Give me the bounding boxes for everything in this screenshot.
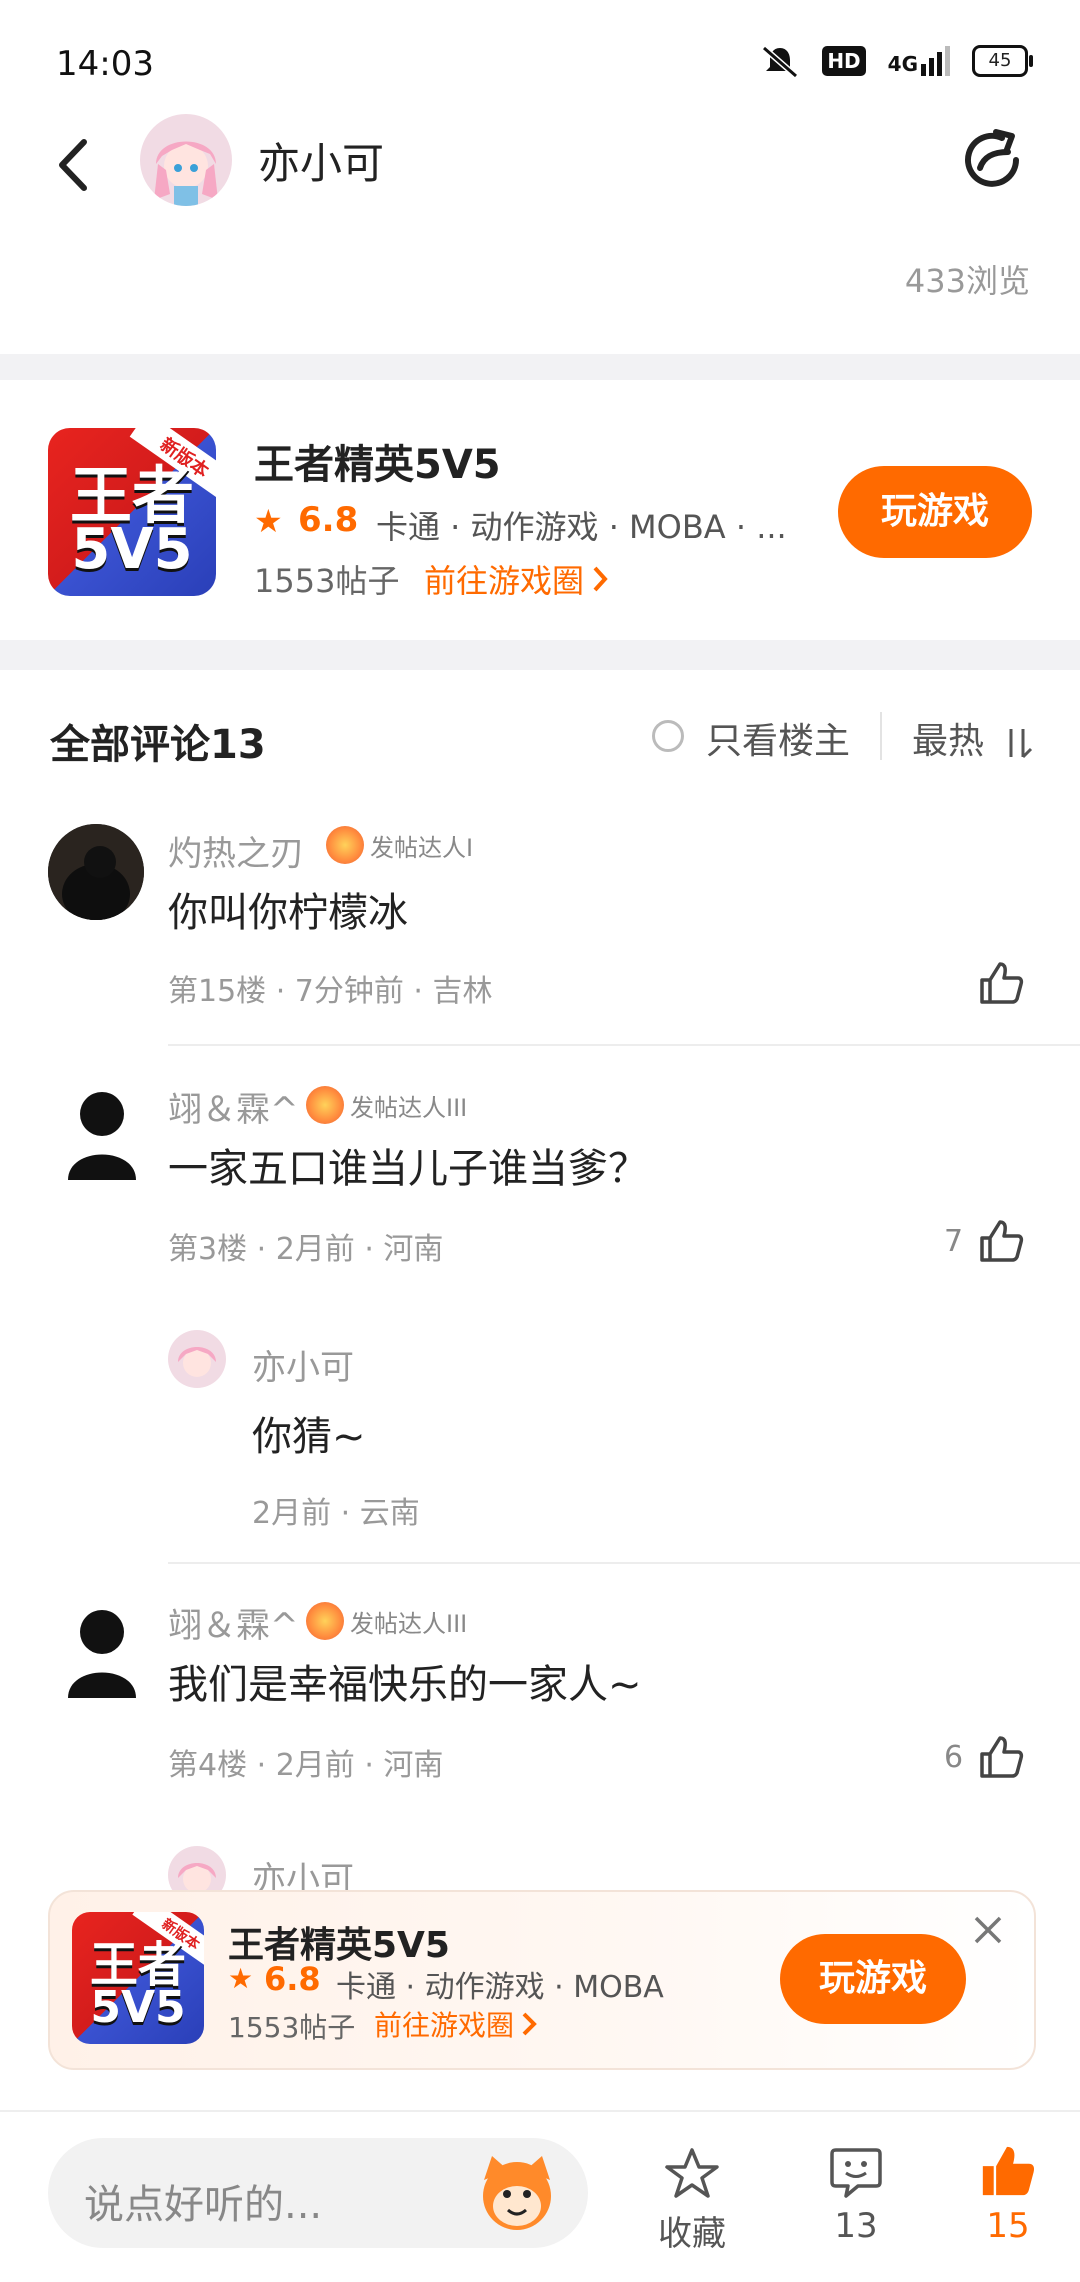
popup-game-name: 王者精英5V5 — [228, 1925, 450, 1966]
sort-button[interactable]: 最热 — [912, 712, 1037, 764]
reply-text: 你猜~ — [252, 1414, 366, 1460]
share-icon[interactable] — [956, 124, 1028, 196]
game-icon-text-bottom: 5V5 — [71, 517, 193, 583]
commenter-avatar[interactable] — [62, 1598, 142, 1698]
only-owner-radio[interactable] — [652, 720, 684, 752]
like-icon[interactable] — [976, 958, 1024, 1006]
game-tags: 卡通 · 动作游戏 · MOBA · ... — [376, 508, 787, 546]
game-icon[interactable]: 新版本 王者 5V5 — [48, 428, 216, 596]
popup-game-rating: 6.8 — [264, 1960, 321, 1998]
badge-icon — [306, 1086, 344, 1124]
reply-avatar[interactable] — [168, 1330, 226, 1388]
commenter-avatar[interactable] — [62, 1080, 142, 1180]
comment-count[interactable]: 13 — [804, 2206, 908, 2246]
commenter-avatar[interactable] — [48, 824, 144, 920]
like-icon[interactable] — [976, 1732, 1024, 1780]
status-time: 14:03 — [56, 44, 154, 84]
sort-label: 最热 — [912, 721, 985, 762]
chevron-right-icon — [593, 566, 608, 592]
like-count: 6 — [944, 1740, 964, 1775]
author-name[interactable]: 亦小可 — [258, 130, 384, 191]
badge-icon — [306, 1602, 344, 1640]
favorite-label[interactable]: 收藏 — [640, 2206, 744, 2255]
hd-badge: HD — [822, 46, 866, 76]
comment-meta: 第3楼 · 2月前 · 河南 — [168, 1232, 444, 1267]
commenter-name[interactable]: 翊＆霖^ — [168, 1082, 299, 1131]
author-avatar[interactable] — [140, 114, 232, 206]
view-count: 433浏览 — [904, 262, 1030, 300]
battery-level: 45 — [988, 50, 1012, 71]
popup-goto-game-circle-link[interactable]: 前往游戏圈 — [374, 2004, 538, 2044]
comment-divider — [168, 1044, 1080, 1046]
game-rating: 6.8 — [298, 500, 359, 540]
comment-text: 一家五口谁当儿子谁当爹？ — [168, 1146, 648, 1192]
only-owner-label[interactable]: 只看楼主 — [706, 712, 850, 764]
comment-input-placeholder[interactable]: 说点好听的... — [84, 2172, 322, 2230]
comment-text: 你叫你柠檬冰 — [168, 890, 408, 936]
close-icon[interactable] — [968, 1910, 1008, 1950]
comment-meta: 第15楼 · 7分钟前 · 吉林 — [168, 974, 493, 1009]
play-game-button[interactable]: 玩游戏 — [838, 466, 1032, 558]
comment-meta: 第4楼 · 2月前 · 河南 — [168, 1748, 444, 1783]
status-icons: HD 4G 45 — [760, 44, 1033, 78]
like-count-total[interactable]: 15 — [956, 2206, 1060, 2246]
comment-text: 我们是幸福快乐的一家人~ — [168, 1662, 642, 1708]
badge-label: 发帖达人I — [370, 833, 474, 862]
reply-meta: 2月前 · 云南 — [252, 1496, 420, 1531]
game-icon-text-bottom: 5V5 — [90, 1981, 186, 2033]
goto-game-circle-link[interactable]: 前往游戏圈 — [424, 556, 610, 602]
network-type: 4G — [887, 52, 918, 76]
popup-game-icon[interactable]: 新版本 王者 5V5 — [72, 1912, 204, 2044]
comment-divider — [168, 1562, 1080, 1564]
reply-name[interactable]: 亦小可 — [252, 1340, 354, 1389]
poster-badge: 发帖达人III — [306, 1086, 467, 1124]
goto-label: 前往游戏圈 — [424, 562, 585, 600]
star-icon: ★ — [228, 1962, 254, 1995]
signal-icon: 4G — [888, 46, 950, 76]
popup-game-tags: 卡通 · 动作游戏 · MOBA — [336, 1970, 664, 2005]
star-outline-icon[interactable] — [664, 2146, 720, 2202]
back-icon[interactable] — [44, 130, 104, 200]
emoji-mascot-icon[interactable] — [474, 2150, 560, 2236]
like-icon[interactable] — [976, 1216, 1024, 1264]
section-divider — [0, 640, 1080, 670]
popup-post-count: 1553帖子 — [228, 2011, 356, 2044]
like-filled-icon[interactable] — [978, 2142, 1036, 2200]
section-divider — [0, 354, 1080, 380]
battery-icon: 45 — [972, 45, 1033, 77]
commenter-name[interactable]: 翊＆霖^ — [168, 1598, 299, 1647]
divider — [880, 712, 882, 760]
commenter-name[interactable]: 灼热之刃 — [168, 826, 304, 875]
goto-label: 前往游戏圈 — [374, 2009, 515, 2042]
sort-icon — [1009, 729, 1033, 759]
poster-badge: 发帖达人I — [326, 826, 473, 864]
comments-title: 全部评论13 — [50, 722, 266, 768]
silent-bell-icon — [762, 45, 799, 78]
badge-label: 发帖达人III — [350, 1093, 468, 1122]
star-icon: ★ — [254, 502, 283, 540]
game-name: 王者精英5V5 — [254, 442, 501, 488]
badge-icon — [326, 826, 364, 864]
chevron-right-icon — [522, 2012, 537, 2036]
comment-icon[interactable] — [828, 2144, 884, 2200]
poster-badge: 发帖达人III — [306, 1602, 467, 1640]
badge-label: 发帖达人III — [350, 1609, 468, 1638]
like-count: 7 — [944, 1224, 964, 1259]
popup-play-game-button[interactable]: 玩游戏 — [780, 1934, 966, 2024]
game-post-count: 1553帖子 — [254, 562, 400, 600]
